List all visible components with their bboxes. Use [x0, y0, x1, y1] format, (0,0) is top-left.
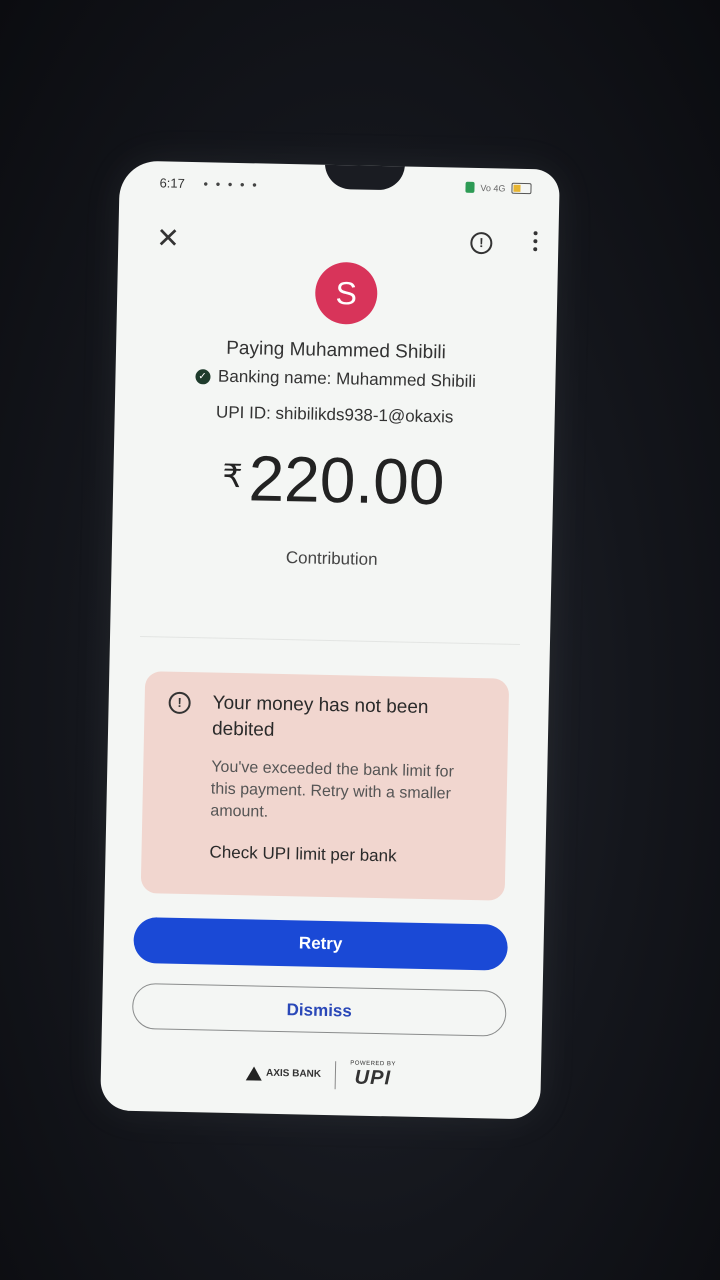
notification-icons: • • • • •	[203, 176, 259, 193]
alert-title: Your money has not been debited	[211, 692, 429, 741]
bank-label: AXIS BANK	[265, 1067, 322, 1080]
axis-bank-icon	[245, 1065, 263, 1081]
more-vert-icon[interactable]	[532, 231, 538, 252]
banking-name-row: ✓ Banking name: Muhammed Shibili	[115, 364, 555, 393]
phone-screen: 6:17 • • • • • Vo 4G ✕ ! S Paying Muhamm…	[100, 160, 560, 1120]
upi-label: UPI	[354, 1066, 392, 1090]
system-icons: Vo 4G	[465, 181, 532, 195]
battery-icon	[511, 182, 532, 195]
network-label: Vo 4G	[480, 182, 506, 194]
upi-logo: POWERED BY UPI	[350, 1061, 396, 1091]
status-bar: 6:17 • • • • • Vo 4G	[159, 175, 532, 203]
divider	[140, 636, 520, 645]
top-app-bar: ✕ !	[118, 218, 559, 267]
axis-bank-logo: AXIS BANK	[245, 1065, 322, 1082]
footer-separator	[334, 1060, 337, 1089]
alert-body: You've exceeded the bank limit for this …	[210, 758, 455, 821]
status-time: 6:17	[159, 175, 186, 191]
currency-symbol: ₹	[221, 457, 244, 495]
paying-text: Paying Muhammed Shibili	[226, 337, 447, 364]
amount-value: 220.00	[247, 442, 446, 519]
alert-icon: !	[168, 691, 191, 715]
upi-id: UPI ID: shibilikds938-1@okaxis	[215, 402, 454, 427]
sim-icon	[465, 181, 475, 193]
amount-display: ₹220.00	[113, 438, 554, 521]
verified-check-icon: ✓	[194, 368, 211, 384]
banking-name: Banking name: Muhammed Shibili	[217, 366, 477, 391]
payment-note: Contribution	[285, 548, 378, 569]
check-upi-limit-link[interactable]: Check UPI limit per bank	[209, 843, 396, 867]
report-icon[interactable]: !	[470, 231, 493, 255]
close-icon[interactable]: ✕	[156, 221, 180, 254]
retry-button[interactable]: Retry	[133, 916, 509, 971]
footer-branding: AXIS BANK POWERED BY UPI	[101, 1055, 542, 1093]
error-alert-card: ! Your money has not been debited You've…	[140, 671, 510, 901]
avatar: S	[314, 261, 378, 325]
dismiss-button[interactable]: Dismiss	[131, 982, 507, 1037]
